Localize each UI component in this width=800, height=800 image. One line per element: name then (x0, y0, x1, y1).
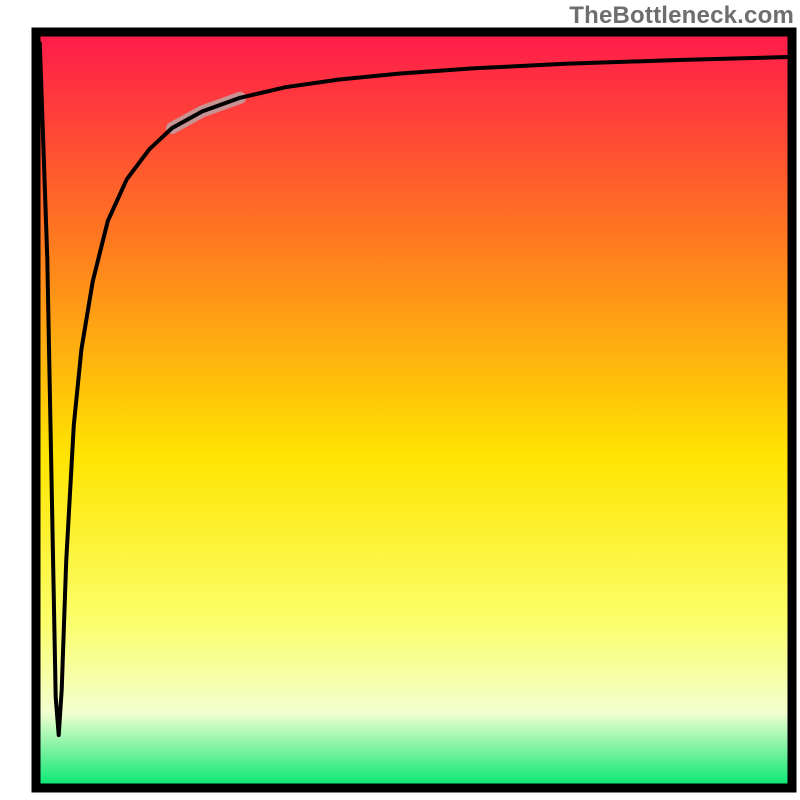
plot-background (36, 32, 792, 788)
bottleneck-plot (0, 0, 800, 800)
chart-stage: TheBottleneck.com (0, 0, 800, 800)
